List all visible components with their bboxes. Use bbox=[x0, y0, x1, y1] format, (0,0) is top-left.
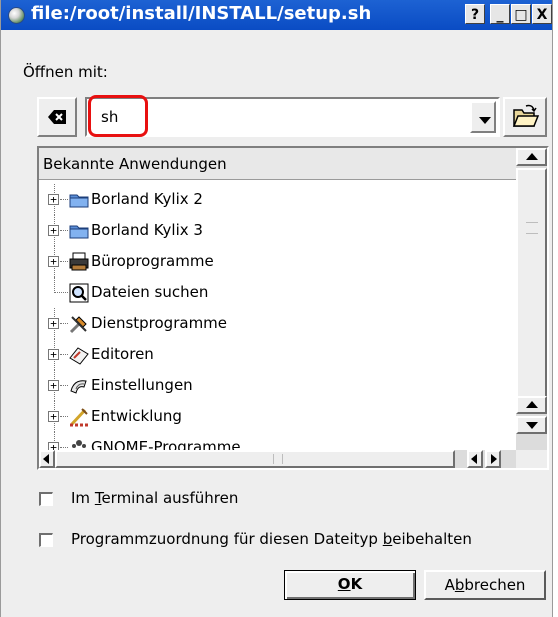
application-list: + Borland Kylix 2 + Borland Kylix 3 + Bü… bbox=[39, 184, 516, 454]
scroll-left-button-right[interactable] bbox=[467, 450, 483, 468]
tree-item-label: Einstellungen bbox=[91, 376, 193, 394]
tree-item-label: Dateien suchen bbox=[91, 283, 209, 301]
scroll-right-button[interactable] bbox=[485, 450, 501, 468]
ok-button[interactable]: OK bbox=[284, 570, 416, 600]
remember-association-checkbox[interactable] bbox=[39, 533, 53, 547]
tools-icon bbox=[69, 316, 87, 334]
horizontal-scrollbar[interactable] bbox=[39, 450, 516, 468]
open-folder-icon bbox=[512, 104, 540, 127]
tree-column-header[interactable]: Bekannte Anwendungen bbox=[39, 148, 516, 180]
chevron-down-icon[interactable] bbox=[470, 101, 496, 133]
browse-button[interactable] bbox=[503, 97, 547, 137]
horizontal-scroll-thumb[interactable] bbox=[55, 450, 455, 468]
scroll-left-button[interactable] bbox=[39, 450, 55, 468]
remember-association-label[interactable]: Programmzuordnung für diesen Dateityp be… bbox=[71, 530, 472, 548]
close-button[interactable]: X bbox=[532, 4, 552, 24]
tree-item-bueroprogramme[interactable]: + Büroprogramme bbox=[39, 246, 516, 277]
run-in-terminal-checkbox[interactable] bbox=[39, 492, 53, 506]
tree-item-label: Editoren bbox=[91, 345, 154, 363]
vertical-scroll-thumb[interactable] bbox=[516, 168, 547, 398]
clear-left-icon bbox=[48, 110, 66, 124]
settings-icon bbox=[70, 380, 87, 394]
scroll-up-button-lower[interactable] bbox=[516, 396, 547, 414]
tree-item-label: Borland Kylix 3 bbox=[91, 221, 203, 239]
find-files-icon bbox=[69, 283, 89, 303]
expand-icon[interactable]: + bbox=[48, 380, 59, 391]
scroll-up-button[interactable] bbox=[516, 148, 547, 166]
expand-icon[interactable]: + bbox=[48, 318, 59, 329]
tree-item-label: Borland Kylix 2 bbox=[91, 190, 203, 208]
title-bar[interactable]: file:/root/install/INSTALL/setup.sh ? _ … bbox=[1, 0, 552, 30]
red-highlight-annotation bbox=[88, 95, 148, 137]
expand-icon[interactable]: + bbox=[48, 349, 59, 360]
tree-item-dienstprogramme[interactable]: + Dienstprogramme bbox=[39, 308, 516, 339]
tree-item-borland-kylix-3[interactable]: + Borland Kylix 3 bbox=[39, 215, 516, 246]
tree-item-label: Büroprogramme bbox=[91, 252, 214, 270]
expand-icon[interactable]: + bbox=[48, 411, 59, 422]
clear-command-button[interactable] bbox=[37, 97, 77, 137]
tree-item-label: Entwicklung bbox=[91, 407, 182, 425]
open-with-dialog: file:/root/install/INSTALL/setup.sh ? _ … bbox=[0, 0, 553, 617]
editor-icon bbox=[69, 347, 89, 365]
tree-item-label: Dienstprogramme bbox=[91, 314, 228, 332]
minimize-button[interactable]: _ bbox=[490, 4, 510, 24]
scrollbar-corner bbox=[516, 450, 547, 468]
maximize-button[interactable]: □ bbox=[511, 4, 531, 24]
window-controls: ? _ □ X bbox=[464, 4, 552, 26]
open-with-label: Öffnen mit: bbox=[23, 63, 108, 81]
office-printer-icon bbox=[69, 252, 89, 271]
tree-item-dateien-suchen[interactable]: Dateien suchen bbox=[39, 277, 516, 308]
known-applications-tree: Bekannte Anwendungen + Borland Kylix 2 + bbox=[37, 146, 549, 470]
tree-item-entwicklung[interactable]: + Entwicklung bbox=[39, 401, 516, 432]
expand-icon[interactable]: + bbox=[48, 256, 59, 267]
run-in-terminal-label[interactable]: Im Terminal ausführen bbox=[71, 489, 238, 507]
expand-icon[interactable]: + bbox=[48, 225, 59, 236]
folder-icon bbox=[69, 225, 89, 239]
scroll-down-button[interactable] bbox=[516, 416, 547, 434]
expand-icon[interactable]: + bbox=[48, 194, 59, 205]
app-globe-icon bbox=[8, 7, 25, 24]
cancel-button[interactable]: Abbrechen bbox=[424, 570, 546, 600]
tree-item-editoren[interactable]: + Editoren bbox=[39, 339, 516, 370]
vertical-scrollbar[interactable] bbox=[516, 148, 547, 452]
window-title: file:/root/install/INSTALL/setup.sh bbox=[31, 3, 372, 24]
development-icon bbox=[70, 408, 88, 427]
folder-icon bbox=[69, 194, 89, 208]
tree-item-borland-kylix-2[interactable]: + Borland Kylix 2 bbox=[39, 184, 516, 215]
tree-item-einstellungen[interactable]: + Einstellungen bbox=[39, 370, 516, 401]
help-button[interactable]: ? bbox=[465, 4, 485, 24]
